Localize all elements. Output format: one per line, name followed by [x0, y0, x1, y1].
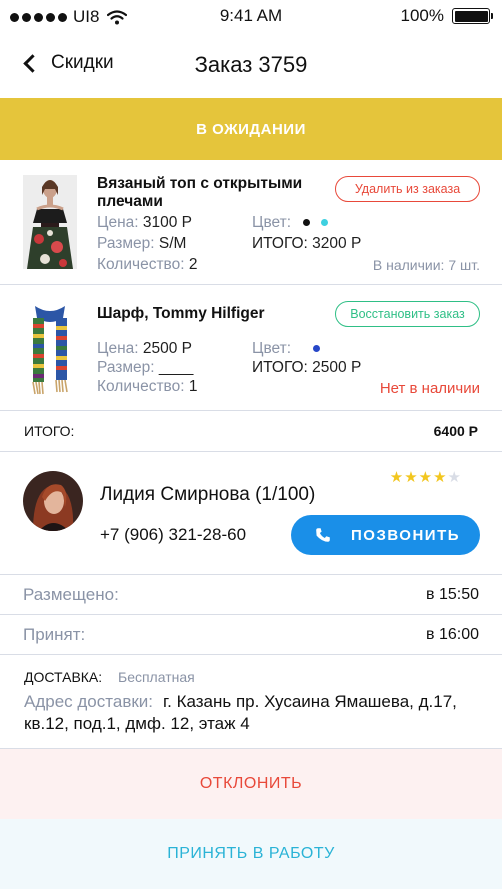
delivery-address: Адрес доставки: г. Казань пр. Хусаина Яма…	[24, 691, 484, 735]
placed-label: Размещено:	[23, 584, 119, 604]
accepted-label: Принят:	[23, 624, 86, 644]
size-value: S/M	[158, 235, 187, 252]
star-filled-icon: ★	[389, 469, 405, 486]
item-quantity: Количество: 2	[97, 256, 197, 274]
price-value: 3100 Р	[142, 214, 193, 231]
item-price: Цена: 3100 Р	[97, 214, 192, 232]
item-color: Цвет:	[252, 214, 328, 232]
availability-out-of-stock: Нет в наличии	[379, 380, 480, 397]
decline-button[interactable]: ОТКЛОНИТЬ	[0, 749, 502, 819]
customer-card: ★★★★★ Лидия Смирнова (1/100) +7 (906) 32…	[0, 452, 502, 575]
battery-icon	[452, 8, 493, 24]
color-label: Цвет:	[252, 214, 292, 231]
restore-order-button[interactable]: Восстановить заказ	[335, 301, 480, 327]
price-value: 2500 Р	[142, 340, 193, 357]
delivery-section: ДОСТАВКА: Бесплатная Адрес доставки: г. К…	[0, 655, 502, 749]
order-total-value: 6400 Р	[433, 423, 478, 439]
star-filled-icon: ★	[433, 469, 448, 486]
customer-rating: ★★★★★	[390, 468, 462, 486]
color-label: Цвет:	[252, 340, 292, 357]
product-image-top	[23, 175, 77, 269]
order-total-label: ИТОГО:	[24, 423, 75, 439]
status-bar: UI8 9:41 AM 100%	[0, 0, 502, 32]
quantity-value: 1	[188, 378, 198, 395]
star-filled-icon: ★	[404, 469, 419, 486]
size-value: ____	[158, 359, 194, 376]
item-price: Цена: 2500 Р	[97, 340, 192, 358]
item-name: Шарф, Tommy Hilfiger	[97, 305, 265, 322]
item-name: Вязаный топ с открытыми плечами	[97, 175, 303, 210]
delivery-label: ДОСТАВКА:	[24, 669, 103, 685]
product-image-scarf	[23, 302, 77, 396]
customer-phone: +7 (906) 321-28-60	[100, 525, 247, 544]
quantity-label: Количество:	[97, 256, 185, 273]
item-total: ИТОГО: 2500 Р	[252, 359, 362, 376]
page-title: Заказ 3759	[194, 52, 308, 77]
size-label: Размер:	[97, 359, 155, 376]
size-label: Размер:	[97, 235, 155, 252]
item-size: Размер: ____	[97, 359, 193, 377]
item-color: Цвет:	[252, 340, 321, 358]
order-status-banner: В ОЖИДАНИИ	[0, 98, 502, 160]
status-bar-right: 100%	[400, 6, 493, 26]
customer-name: Лидия Смирнова (1/100)	[100, 484, 316, 505]
accept-button[interactable]: ПРИНЯТЬ В РАБОТУ	[0, 819, 502, 889]
color-swatch-black[interactable]	[303, 219, 311, 227]
accepted-time-row: Принят: в 16:00	[0, 615, 502, 655]
phone-icon	[316, 528, 330, 542]
delivery-type: Бесплатная	[118, 669, 195, 685]
order-total-row: ИТОГО: 6400 Р	[0, 411, 502, 452]
color-swatch-cyan[interactable]	[320, 219, 328, 227]
address-label: Адрес доставки:	[24, 692, 154, 711]
availability-in-stock: В наличии: 7 шт.	[372, 257, 480, 273]
call-button[interactable]: ПОЗВОНИТЬ	[291, 515, 480, 555]
star-empty-icon: ★	[447, 469, 462, 486]
call-button-label: ПОЗВОНИТЬ	[351, 526, 461, 544]
remove-from-order-button[interactable]: Удалить из заказа	[335, 176, 480, 202]
item-total: ИТОГО: 3200 Р	[252, 235, 362, 252]
color-swatch-blue[interactable]	[313, 345, 321, 353]
accepted-value: в 16:00	[426, 625, 479, 643]
quantity-label: Количество:	[97, 378, 185, 395]
price-label: Цена:	[97, 214, 139, 231]
price-label: Цена:	[97, 340, 139, 357]
placed-value: в 15:50	[426, 585, 479, 603]
battery-percent: 100%	[400, 6, 444, 25]
item-quantity: Количество: 1	[97, 378, 197, 396]
quantity-value: 2	[188, 256, 198, 273]
star-filled-icon: ★	[418, 469, 434, 486]
order-item: Шарф, Tommy Hilfiger Восстановить заказ …	[0, 285, 502, 411]
nav-bar: Скидки Заказ 3759	[0, 32, 502, 98]
placed-time-row: Размещено: в 15:50	[0, 575, 502, 615]
order-item: Вязаный топ с открытыми плечами Удалить …	[0, 160, 502, 285]
avatar	[23, 471, 83, 531]
item-size: Размер: S/M	[97, 235, 186, 253]
battery-fill	[454, 10, 488, 22]
